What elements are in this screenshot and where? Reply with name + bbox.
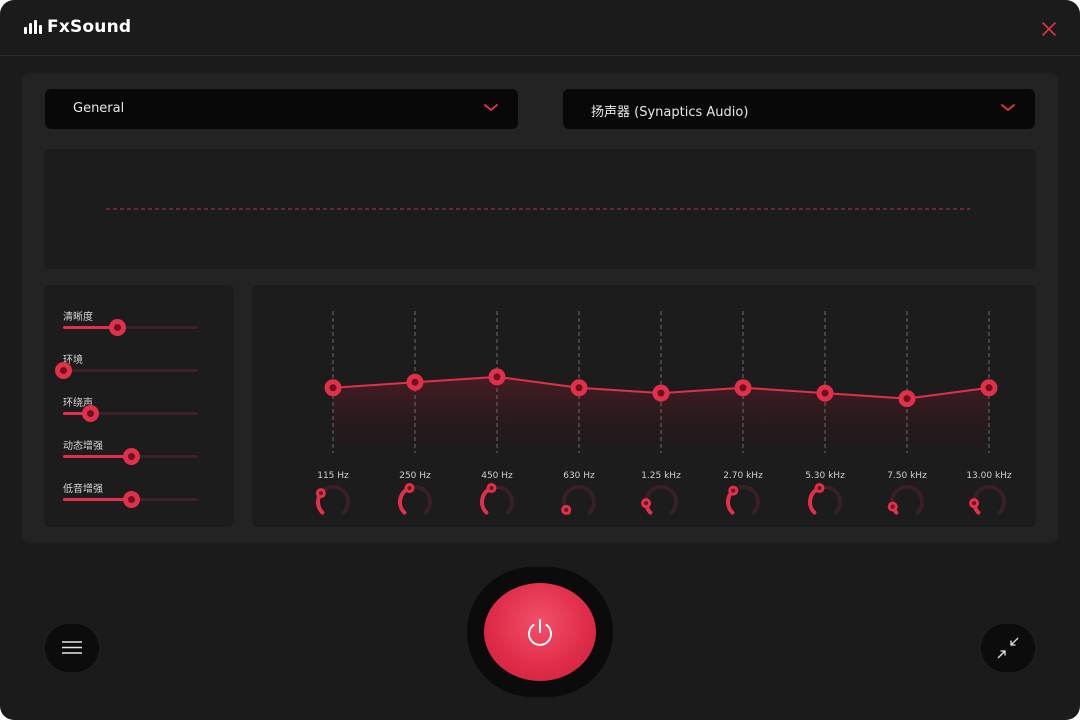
eq-band-handle-center [903, 395, 911, 403]
preset-dropdown[interactable]: General [45, 89, 518, 129]
equalizer-graph [315, 311, 1006, 515]
effect-slider-track[interactable] [55, 362, 198, 379]
visualizer-baseline [106, 208, 970, 210]
preset-selected: General [73, 101, 125, 116]
eq-band-knob-track[interactable] [972, 485, 1006, 515]
eq-band-knob-handle-center [890, 504, 895, 509]
effect-label: 动态增强 [63, 441, 103, 452]
eq-band-handle-center [493, 373, 501, 381]
eq-band-handle-center [575, 384, 583, 392]
output-device-selected: 扬声器 (Synaptics Audio) [591, 105, 749, 120]
effect-slider-track[interactable] [63, 491, 198, 508]
effect-slider: 清晰度 [63, 308, 198, 348]
effect-label: 清晰度 [63, 312, 93, 323]
effect-slider-handle[interactable] [82, 405, 99, 422]
power-button[interactable] [484, 583, 596, 681]
spectrum-visualizer [44, 149, 1036, 269]
eq-band-label: 250 Hz [399, 471, 431, 481]
title-bar: FxSound [0, 0, 1080, 56]
effect-slider-handle[interactable] [122, 491, 140, 508]
effect-label: 低音增强 [63, 484, 103, 495]
eq-band-handle-center [411, 378, 419, 386]
eq-band-knob-handle-center [564, 507, 569, 512]
eq-band-knob-handle-center [972, 501, 977, 506]
eq-band-knob-handle-center [644, 501, 649, 506]
app-title: FxSound [47, 17, 132, 37]
eq-band-label: 630 Hz [563, 471, 595, 481]
fxsound-window: FxSound General 扬声器 (Synaptics Audio) 清晰… [0, 0, 1080, 720]
eq-band-handle-center [821, 389, 829, 397]
app-logo: FxSound [24, 17, 131, 37]
effect-slider-track[interactable] [63, 448, 198, 465]
eq-band-handle-center [329, 384, 337, 392]
eq-band-handle-center [657, 389, 665, 397]
main-panel: General 扬声器 (Synaptics Audio) 清晰度环境 环绕声动态… [22, 73, 1058, 543]
compact-view-button[interactable] [981, 624, 1035, 672]
effect-slider-handle[interactable] [122, 448, 140, 465]
equalizer-panel: 115 Hz 250 Hz 450 Hz 630 Hz 1.25 kHz 2.70 kHz… [252, 285, 1036, 527]
eq-band-knob-track[interactable] [644, 485, 678, 515]
eq-band-knob-handle-center [817, 486, 822, 491]
eq-band-handle-center [985, 384, 993, 392]
effect-slider: 环绕声 [63, 394, 198, 434]
eq-band-label: 7.50 kHz [887, 471, 927, 481]
effect-slider-handle[interactable] [55, 362, 72, 379]
effect-slider-handle[interactable] [109, 319, 126, 336]
eq-band-label: 13.00 kHz [966, 471, 1012, 481]
eq-band-knob-handle-center [489, 486, 494, 491]
close-button[interactable] [1036, 16, 1062, 42]
effect-slider-track[interactable] [63, 405, 198, 422]
effect-slider: 动态增强 [63, 437, 198, 477]
eq-band-label: 450 Hz [481, 471, 513, 481]
effect-slider: 低音增强 [63, 480, 198, 520]
output-device-dropdown[interactable]: 扬声器 (Synaptics Audio) [563, 89, 1035, 129]
hamburger-menu-icon [62, 641, 82, 654]
effect-slider-fill [63, 498, 131, 501]
menu-button[interactable] [45, 624, 99, 672]
eq-band-knob-handle-center [407, 486, 412, 491]
close-icon [1042, 22, 1056, 36]
eq-band-label: 115 Hz [317, 471, 349, 481]
chevron-down-icon [484, 104, 498, 111]
eq-band-knob-handle-center [731, 488, 736, 493]
eq-band-handle-center [739, 384, 747, 392]
eq-band-label: 5.30 kHz [805, 471, 845, 481]
eq-band-label: 1.25 kHz [641, 471, 681, 481]
effects-panel: 清晰度环境 环绕声动态增强低音增强 [44, 285, 234, 527]
effect-slider-track[interactable] [63, 319, 198, 336]
power-icon [528, 619, 552, 646]
equalizer-bars-icon [24, 20, 42, 34]
chevron-down-icon [1001, 104, 1015, 111]
compact-view-icon [997, 637, 1019, 659]
effect-slider-fill [63, 455, 131, 458]
eq-band-label: 2.70 kHz [723, 471, 763, 481]
eq-band-knob-handle-center [318, 491, 323, 496]
effect-slider: 环境 [55, 351, 198, 391]
